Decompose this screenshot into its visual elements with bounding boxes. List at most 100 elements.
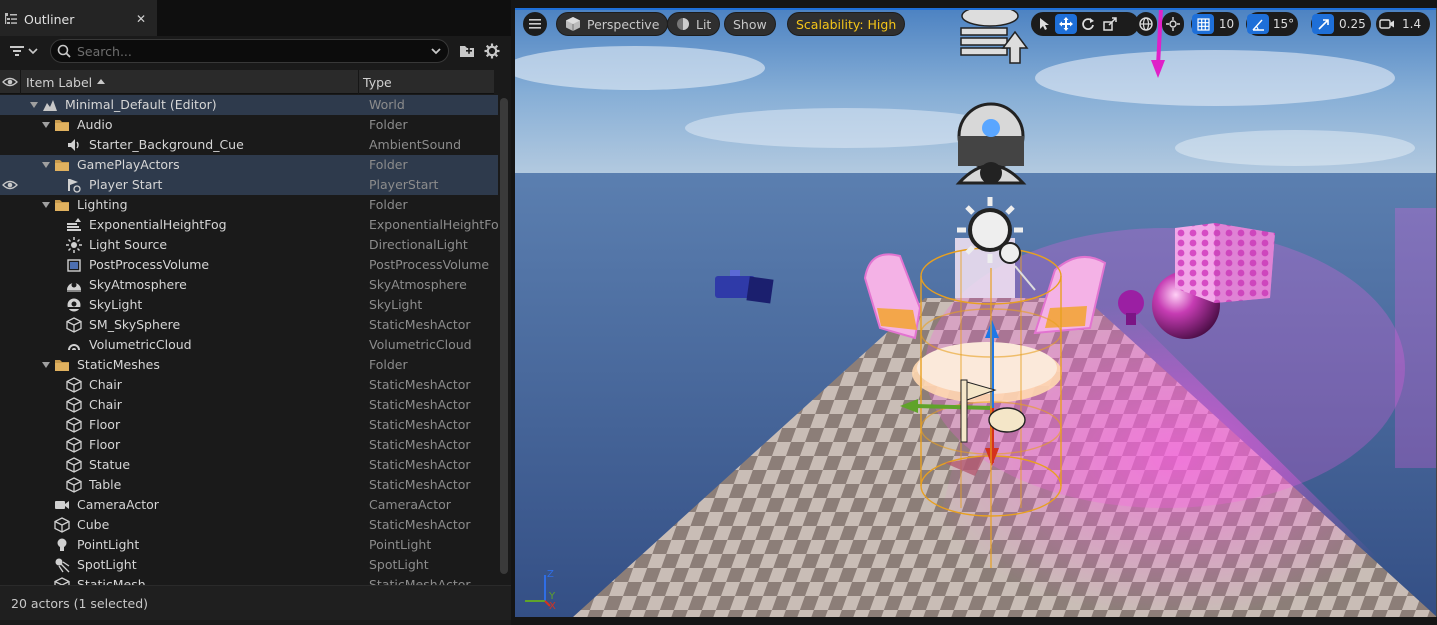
tree-row[interactable]: VolumetricCloud VolumetricCloud [0, 335, 498, 355]
tree-row[interactable]: Lighting Folder [0, 195, 498, 215]
outliner-tree: Minimal_Default (Editor) World Audio Folder… [0, 95, 498, 585]
tree-row[interactable]: PostProcessVolume PostProcessVolume [0, 255, 498, 275]
folder-icon [55, 120, 69, 131]
tree-row[interactable]: SkyAtmosphere SkyAtmosphere [0, 275, 498, 295]
rotation-snap-group: 15° [1246, 12, 1298, 36]
cube-icon [54, 517, 70, 533]
expand-arrow-icon[interactable] [42, 201, 50, 209]
column-header: Item Label Type [0, 70, 494, 94]
cube-icon [54, 577, 70, 585]
cursor-icon [1040, 18, 1049, 30]
sort-ascending-icon [97, 79, 106, 84]
tree-row[interactable]: Floor StaticMeshActor [0, 415, 498, 435]
row-type: StaticMeshActor [369, 437, 471, 452]
gear-icon [484, 43, 500, 59]
viewport-scene[interactable] [515, 8, 1437, 617]
tree-row[interactable]: Floor StaticMeshActor [0, 435, 498, 455]
tree-row[interactable]: Table StaticMeshActor [0, 475, 498, 495]
tree-row[interactable]: ExponentialHeightFog ExponentialHeightFog [0, 215, 498, 235]
tree-row[interactable]: Audio Folder [0, 115, 498, 135]
row-label: Minimal_Default (Editor) [65, 97, 217, 112]
show-button[interactable]: Show [724, 12, 776, 36]
sun-icon [66, 237, 82, 253]
translate-tool-button[interactable] [1055, 14, 1077, 34]
unreal-editor: Outliner ✕ Search... Item Label Type Min… [0, 0, 1437, 625]
row-type: Folder [369, 357, 408, 372]
rotation-snap-value[interactable]: 15° [1269, 12, 1298, 36]
globe-icon [1139, 17, 1153, 31]
cube-icon [66, 397, 82, 413]
grid-snap-toggle[interactable] [1192, 14, 1214, 34]
settings-button[interactable] [482, 41, 502, 61]
item-label-column-header[interactable]: Item Label [26, 70, 356, 94]
eye-icon[interactable] [2, 178, 18, 192]
outliner-scrollbar[interactable] [500, 98, 508, 574]
view-mode-button[interactable]: Lit [667, 12, 721, 36]
expand-arrow-icon[interactable] [42, 361, 50, 369]
tab-outliner[interactable]: Outliner ✕ [0, 0, 157, 36]
expand-arrow-icon[interactable] [42, 161, 50, 169]
row-type: CameraActor [369, 497, 451, 512]
tree-row[interactable]: PointLight PointLight [0, 535, 498, 555]
camera-speed-value[interactable]: 1.4 [1398, 12, 1425, 36]
scale-tool-button[interactable] [1099, 12, 1121, 36]
row-type: StaticMeshActor [369, 417, 471, 432]
perspective-button[interactable]: Perspective [556, 12, 669, 36]
row-type: DirectionalLight [369, 237, 468, 252]
row-label: SkyAtmosphere [89, 277, 187, 292]
expand-arrow-icon[interactable] [30, 101, 38, 109]
tree-row[interactable]: StaticMeshes Folder [0, 355, 498, 375]
chevron-down-icon[interactable] [430, 44, 442, 58]
surface-snap-button[interactable] [1162, 12, 1184, 36]
tree-row[interactable]: Minimal_Default (Editor) World [0, 95, 498, 115]
row-type: PointLight [369, 537, 432, 552]
tree-row[interactable]: SkyLight SkyLight [0, 295, 498, 315]
row-type: World [369, 97, 405, 112]
axis-x-label: X [549, 601, 556, 609]
tree-row[interactable]: Cube StaticMeshActor [0, 515, 498, 535]
fog-sprite[interactable] [960, 8, 1029, 64]
grid-snap-value[interactable]: 10 [1214, 12, 1239, 36]
rotate-tool-button[interactable] [1077, 12, 1099, 36]
scalability-button[interactable]: Scalability: High [787, 12, 906, 36]
tree-row[interactable]: StaticMesh StaticMeshActor [0, 575, 498, 585]
type-column-header[interactable]: Type [363, 70, 493, 94]
scale-snap-toggle[interactable] [1312, 14, 1334, 34]
tree-row-selected[interactable]: Player Start PlayerStart [0, 175, 498, 195]
row-type: PlayerStart [369, 177, 439, 192]
cube-icon [66, 457, 82, 473]
search-box [50, 39, 449, 63]
tree-row[interactable]: Statue StaticMeshActor [0, 455, 498, 475]
camera-speed-group[interactable]: 1.4 [1376, 12, 1430, 36]
close-icon[interactable]: ✕ [133, 11, 149, 27]
tree-row[interactable]: SpotLight SpotLight [0, 555, 498, 575]
filter-icon [10, 46, 24, 56]
tree-row[interactable]: CameraActor CameraActor [0, 495, 498, 515]
filter-button[interactable] [6, 40, 42, 62]
visibility-column-header[interactable] [2, 70, 20, 94]
cube-mesh[interactable] [1175, 223, 1275, 303]
tree-row[interactable]: SM_SkySphere StaticMeshActor [0, 315, 498, 335]
row-label: StaticMesh [77, 577, 146, 585]
tree-row[interactable]: Chair StaticMeshActor [0, 395, 498, 415]
scale-snap-value[interactable]: 0.25 [1334, 12, 1371, 36]
select-tool-button[interactable] [1033, 12, 1055, 36]
row-label: SkyLight [89, 297, 143, 312]
world-local-toggle[interactable] [1135, 12, 1157, 36]
cloud-icon [68, 344, 80, 350]
add-folder-icon [459, 46, 474, 57]
tree-row[interactable]: Chair StaticMeshActor [0, 375, 498, 395]
axis-indicator: Z Y X [525, 569, 556, 609]
level-viewport[interactable]: Perspective Lit Show Scalability: High 1… [515, 8, 1437, 617]
tree-row[interactable]: Starter_Background_Cue AmbientSound [0, 135, 498, 155]
viewport-menu-button[interactable] [523, 12, 547, 36]
add-folder-button[interactable] [457, 41, 477, 61]
row-type: PostProcessVolume [369, 257, 490, 272]
tree-row[interactable]: GamePlayActors Folder [0, 155, 498, 175]
tree-row[interactable]: Light Source DirectionalLight [0, 235, 498, 255]
row-type: StaticMeshActor [369, 377, 471, 392]
rotation-snap-toggle[interactable] [1247, 14, 1269, 34]
row-label: Player Start [89, 177, 163, 192]
search-input[interactable] [77, 43, 417, 59]
expand-arrow-icon[interactable] [42, 121, 50, 129]
